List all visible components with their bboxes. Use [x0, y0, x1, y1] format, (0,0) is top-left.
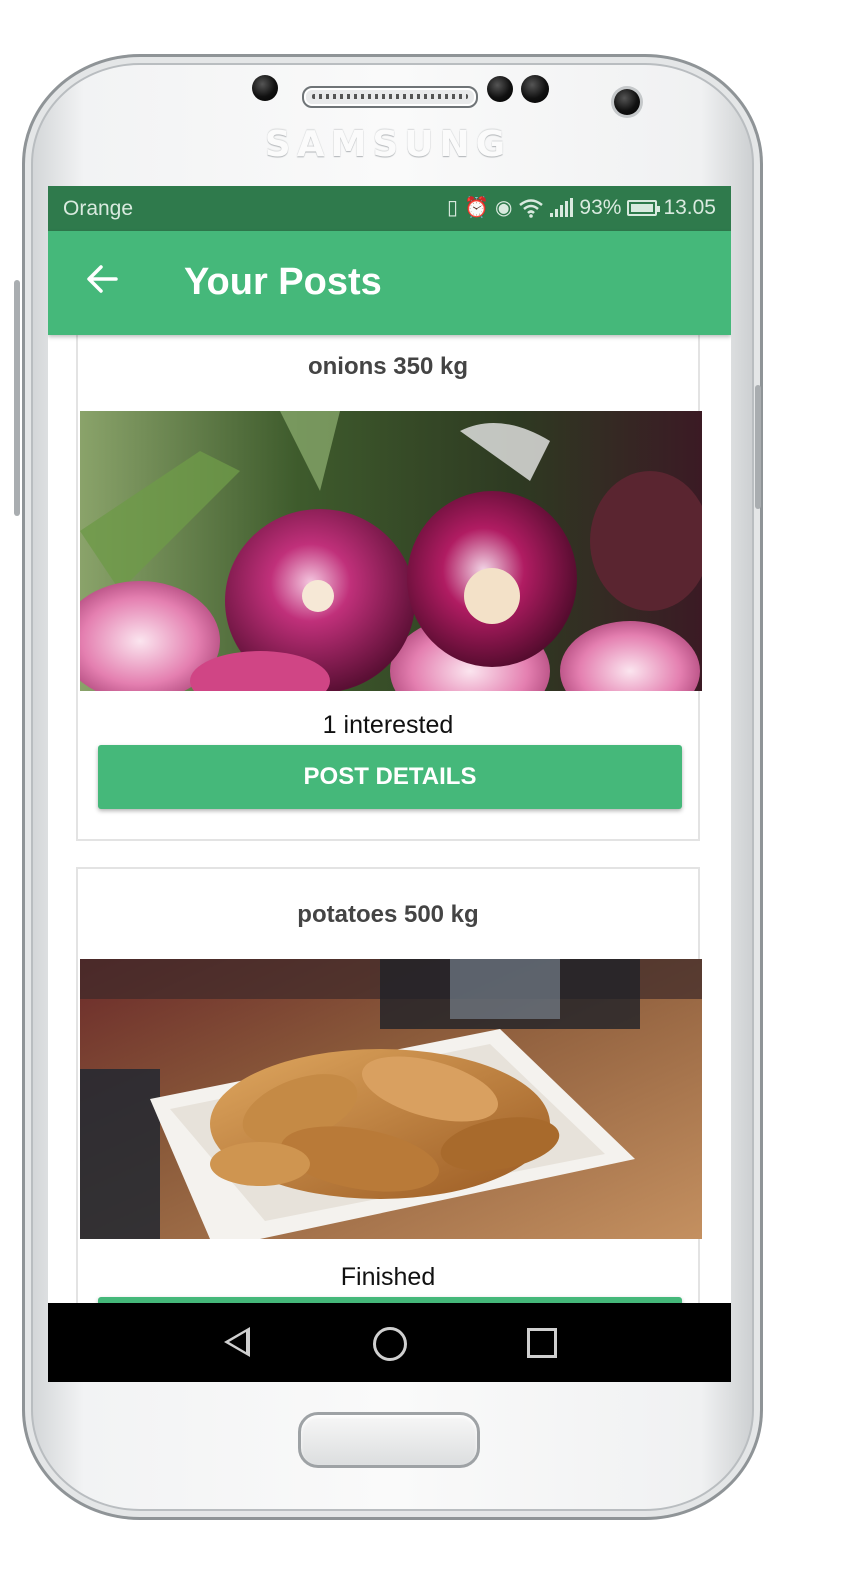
post-title: onions 350 kg — [307, 353, 469, 380]
recents-nav-icon[interactable] — [527, 1328, 557, 1358]
screen: Orange ▯ ⏰ ◉ 93% 13.05 Your Posts onions… — [48, 186, 731, 1382]
back-nav-icon[interactable] — [224, 1327, 250, 1357]
power-button — [755, 385, 761, 509]
volume-button — [14, 280, 20, 516]
status-icons: ▯ ⏰ ◉ 93% 13.05 — [447, 196, 716, 220]
signal-icon — [550, 198, 574, 217]
vibrate-icon: ▯ — [447, 197, 459, 219]
app-bar: Your Posts — [48, 231, 731, 335]
post-status: 1 interested — [322, 711, 454, 739]
carrier-label: Orange — [63, 197, 134, 220]
post-card: onions 350 kg 1 interested POST DETAILS — [76, 335, 702, 841]
post-details-button[interactable]: POST DETAILS — [98, 745, 682, 809]
post-card: potatoes 500 kg Finished — [76, 867, 702, 1303]
clock: 13.05 — [663, 196, 716, 219]
home-key[interactable] — [298, 1412, 480, 1468]
battery-percent: 93% — [579, 196, 622, 219]
post-status: Finished — [340, 1263, 436, 1291]
post-title: potatoes 500 kg — [297, 901, 479, 928]
front-camera — [614, 89, 640, 115]
post-image-onions — [80, 411, 702, 691]
home-nav-icon[interactable] — [373, 1327, 407, 1361]
front-sensor — [252, 75, 278, 101]
earpiece-speaker — [302, 86, 478, 108]
status-bar: Orange ▯ ⏰ ◉ 93% 13.05 — [48, 186, 731, 231]
post-image-potatoes — [80, 959, 702, 1239]
proximity-sensor-right — [521, 75, 549, 103]
wifi-icon — [519, 199, 544, 218]
battery-icon — [627, 200, 661, 216]
posts-list[interactable]: onions 350 kg 1 interested POST DETAILS … — [48, 335, 731, 1303]
navigation-bar — [48, 1303, 731, 1382]
back-button[interactable] — [82, 259, 122, 307]
alarm-icon: ⏰ — [464, 197, 489, 219]
proximity-sensor-left — [487, 76, 513, 102]
page-title: Your Posts — [184, 261, 382, 303]
arrow-left-icon — [87, 265, 118, 293]
brand-logo: SAMSUNG — [264, 124, 512, 165]
eye-icon: ◉ — [494, 197, 513, 219]
